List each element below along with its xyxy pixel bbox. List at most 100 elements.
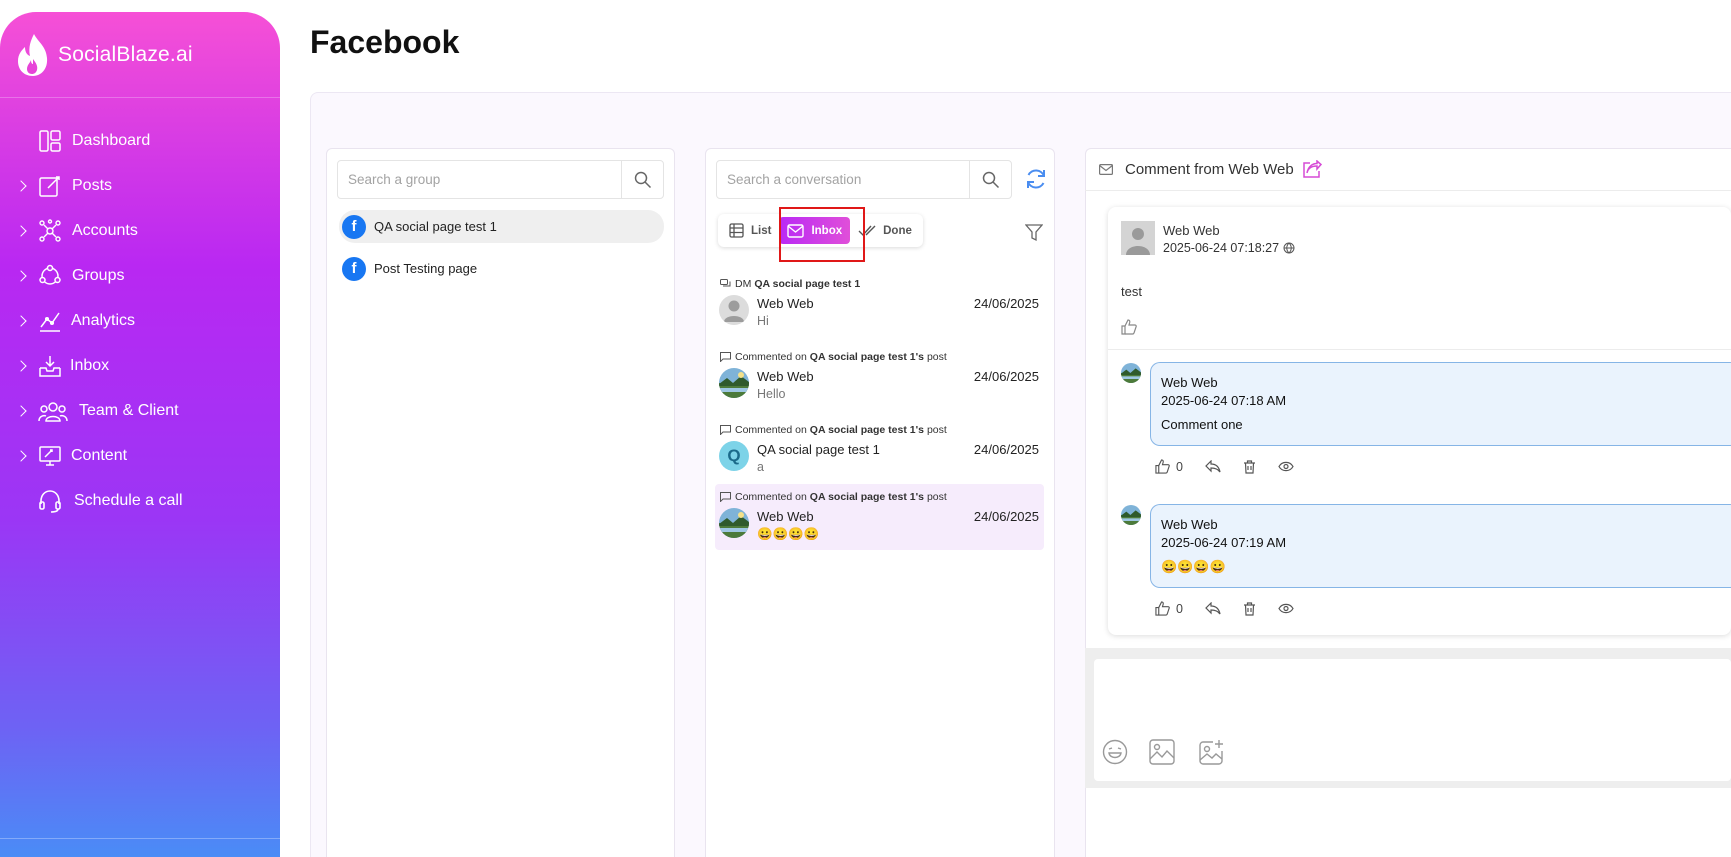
conversation-page: QA social page test 1's [809,424,924,436]
comment-actions: 0 [1155,601,1316,616]
brand[interactable]: SocialBlaze.ai [0,12,280,98]
sidebar-divider [0,838,280,839]
like-icon[interactable] [1121,319,1137,335]
group-search-button[interactable] [621,161,663,198]
sidebar-item-groups[interactable]: Groups [0,253,280,298]
sidebar-item-label: Accounts [72,221,138,239]
detail-title: Comment from Web Web [1125,160,1294,178]
conversation-snippet: a [757,460,764,474]
comment-actions: 0 [1155,459,1316,474]
comment-timestamp: 2025-06-24 07:19 AM [1161,535,1287,550]
conversation-page: QA social page test 1's [809,491,924,503]
conversation-suffix: post [926,491,947,503]
like-button[interactable]: 0 [1155,459,1183,474]
conversation-date: 24/06/2025 [973,369,1039,384]
sidebar-item-dashboard[interactable]: Dashboard [0,118,280,163]
comment-icon [720,492,731,502]
emoji-icon[interactable] [1102,739,1128,765]
sidebar-item-posts[interactable]: Posts [0,163,280,208]
conversation-search-input[interactable] [717,161,969,198]
tab-inbox[interactable]: Inbox [779,217,851,244]
delete-button[interactable] [1243,459,1256,474]
globe-icon [1283,242,1295,254]
conversation-search [716,160,1012,199]
reply-button[interactable] [1205,602,1221,615]
post-timestamp-text: 2025-06-24 07:18:27 [1163,241,1280,255]
chevron-right-icon [15,224,27,237]
eye-icon [1278,461,1294,472]
conversation-item[interactable]: Commented on QA social page test 1's pos… [715,417,1044,483]
analytics-icon [40,312,60,332]
search-icon [982,171,999,188]
comment-text: Comment one [1161,417,1243,432]
conversation-date: 24/06/2025 [973,296,1039,311]
comment-icon [720,352,731,362]
accounts-icon [39,218,61,242]
comment-author: Web Web [1161,517,1218,532]
detail-header: Comment from Web Web [1085,148,1731,191]
sidebar-nav: Dashboard Posts Accounts Groups Analytic… [0,98,280,523]
filter-icon[interactable] [1025,224,1043,242]
post-author: Web Web [1163,223,1220,238]
trash-icon [1243,459,1255,474]
like-icon [1155,459,1170,474]
conversation-item[interactable]: DM QA social page test 1 Web Web Hi 24/0… [715,271,1044,337]
conversation-meta: Commented on QA social page test 1's pos… [720,351,947,363]
share-icon[interactable] [1302,160,1322,178]
tab-list[interactable]: List [721,217,779,244]
sidebar-item-schedule-call[interactable]: Schedule a call [0,478,280,523]
sidebar-item-label: Analytics [71,311,136,329]
conversation-type: DM [735,278,752,290]
conversation-item[interactable]: Commented on QA social page test 1's pos… [715,484,1044,550]
search-icon [634,171,651,188]
sidebar-item-team-client[interactable]: Team & Client [0,388,280,433]
view-button[interactable] [1278,461,1294,472]
flame-logo-icon [18,33,48,76]
chevron-right-icon [15,179,27,192]
trash-icon [1243,601,1255,616]
team-icon [38,401,68,422]
facebook-icon: f [342,256,366,281]
tab-label: Inbox [811,224,843,237]
tab-label: Done [883,224,912,237]
tab-done[interactable]: Done [850,217,920,244]
chevron-right-icon [15,404,27,417]
chevron-right-icon [15,314,27,327]
conversation-item[interactable]: Commented on QA social page test 1's pos… [715,344,1044,410]
like-button[interactable]: 0 [1155,601,1183,616]
groups-icon [39,264,61,285]
list-icon [729,223,744,238]
conversation-meta: Commented on QA social page test 1's pos… [720,491,947,503]
sidebar-item-content[interactable]: Content [0,433,280,478]
view-button[interactable] [1278,603,1294,614]
sidebar-item-accounts[interactable]: Accounts [0,208,280,253]
sidebar-item-label: Content [71,446,128,464]
avatar [1121,363,1141,383]
sidebar-item-analytics[interactable]: Analytics [0,298,280,343]
facebook-icon: f [342,214,366,239]
chevron-right-icon [15,269,27,282]
avatar [719,508,749,538]
reply-input[interactable] [1100,664,1725,724]
conversation-search-button[interactable] [969,161,1011,198]
avatar [1121,221,1155,255]
sidebar-item-label: Team & Client [79,401,179,419]
group-item-post-testing-page[interactable]: f Post Testing page [339,252,664,285]
delete-button[interactable] [1243,601,1256,616]
image-icon[interactable] [1149,739,1175,765]
reply-button[interactable] [1205,460,1221,473]
chevron-right-icon [15,359,27,372]
avatar [719,368,749,398]
add-image-icon[interactable] [1199,739,1225,765]
conversation-meta: DM QA social page test 1 [720,278,863,290]
group-search-input[interactable] [338,161,621,198]
sidebar-item-label: Posts [72,176,113,194]
refresh-icon[interactable] [1024,167,1048,191]
group-item-qa-social-page-test-1[interactable]: f QA social page test 1 [339,210,664,243]
comment-timestamp: 2025-06-24 07:18 AM [1161,393,1287,408]
sidebar-item-label: Dashboard [72,131,151,149]
sidebar-item-inbox[interactable]: Inbox [0,343,280,388]
sidebar: SocialBlaze.ai Dashboard Posts Accounts … [0,12,280,857]
conversation-meta: Commented on QA social page test 1's pos… [720,424,947,436]
conversation-name: QA social page test 1 [757,442,880,457]
